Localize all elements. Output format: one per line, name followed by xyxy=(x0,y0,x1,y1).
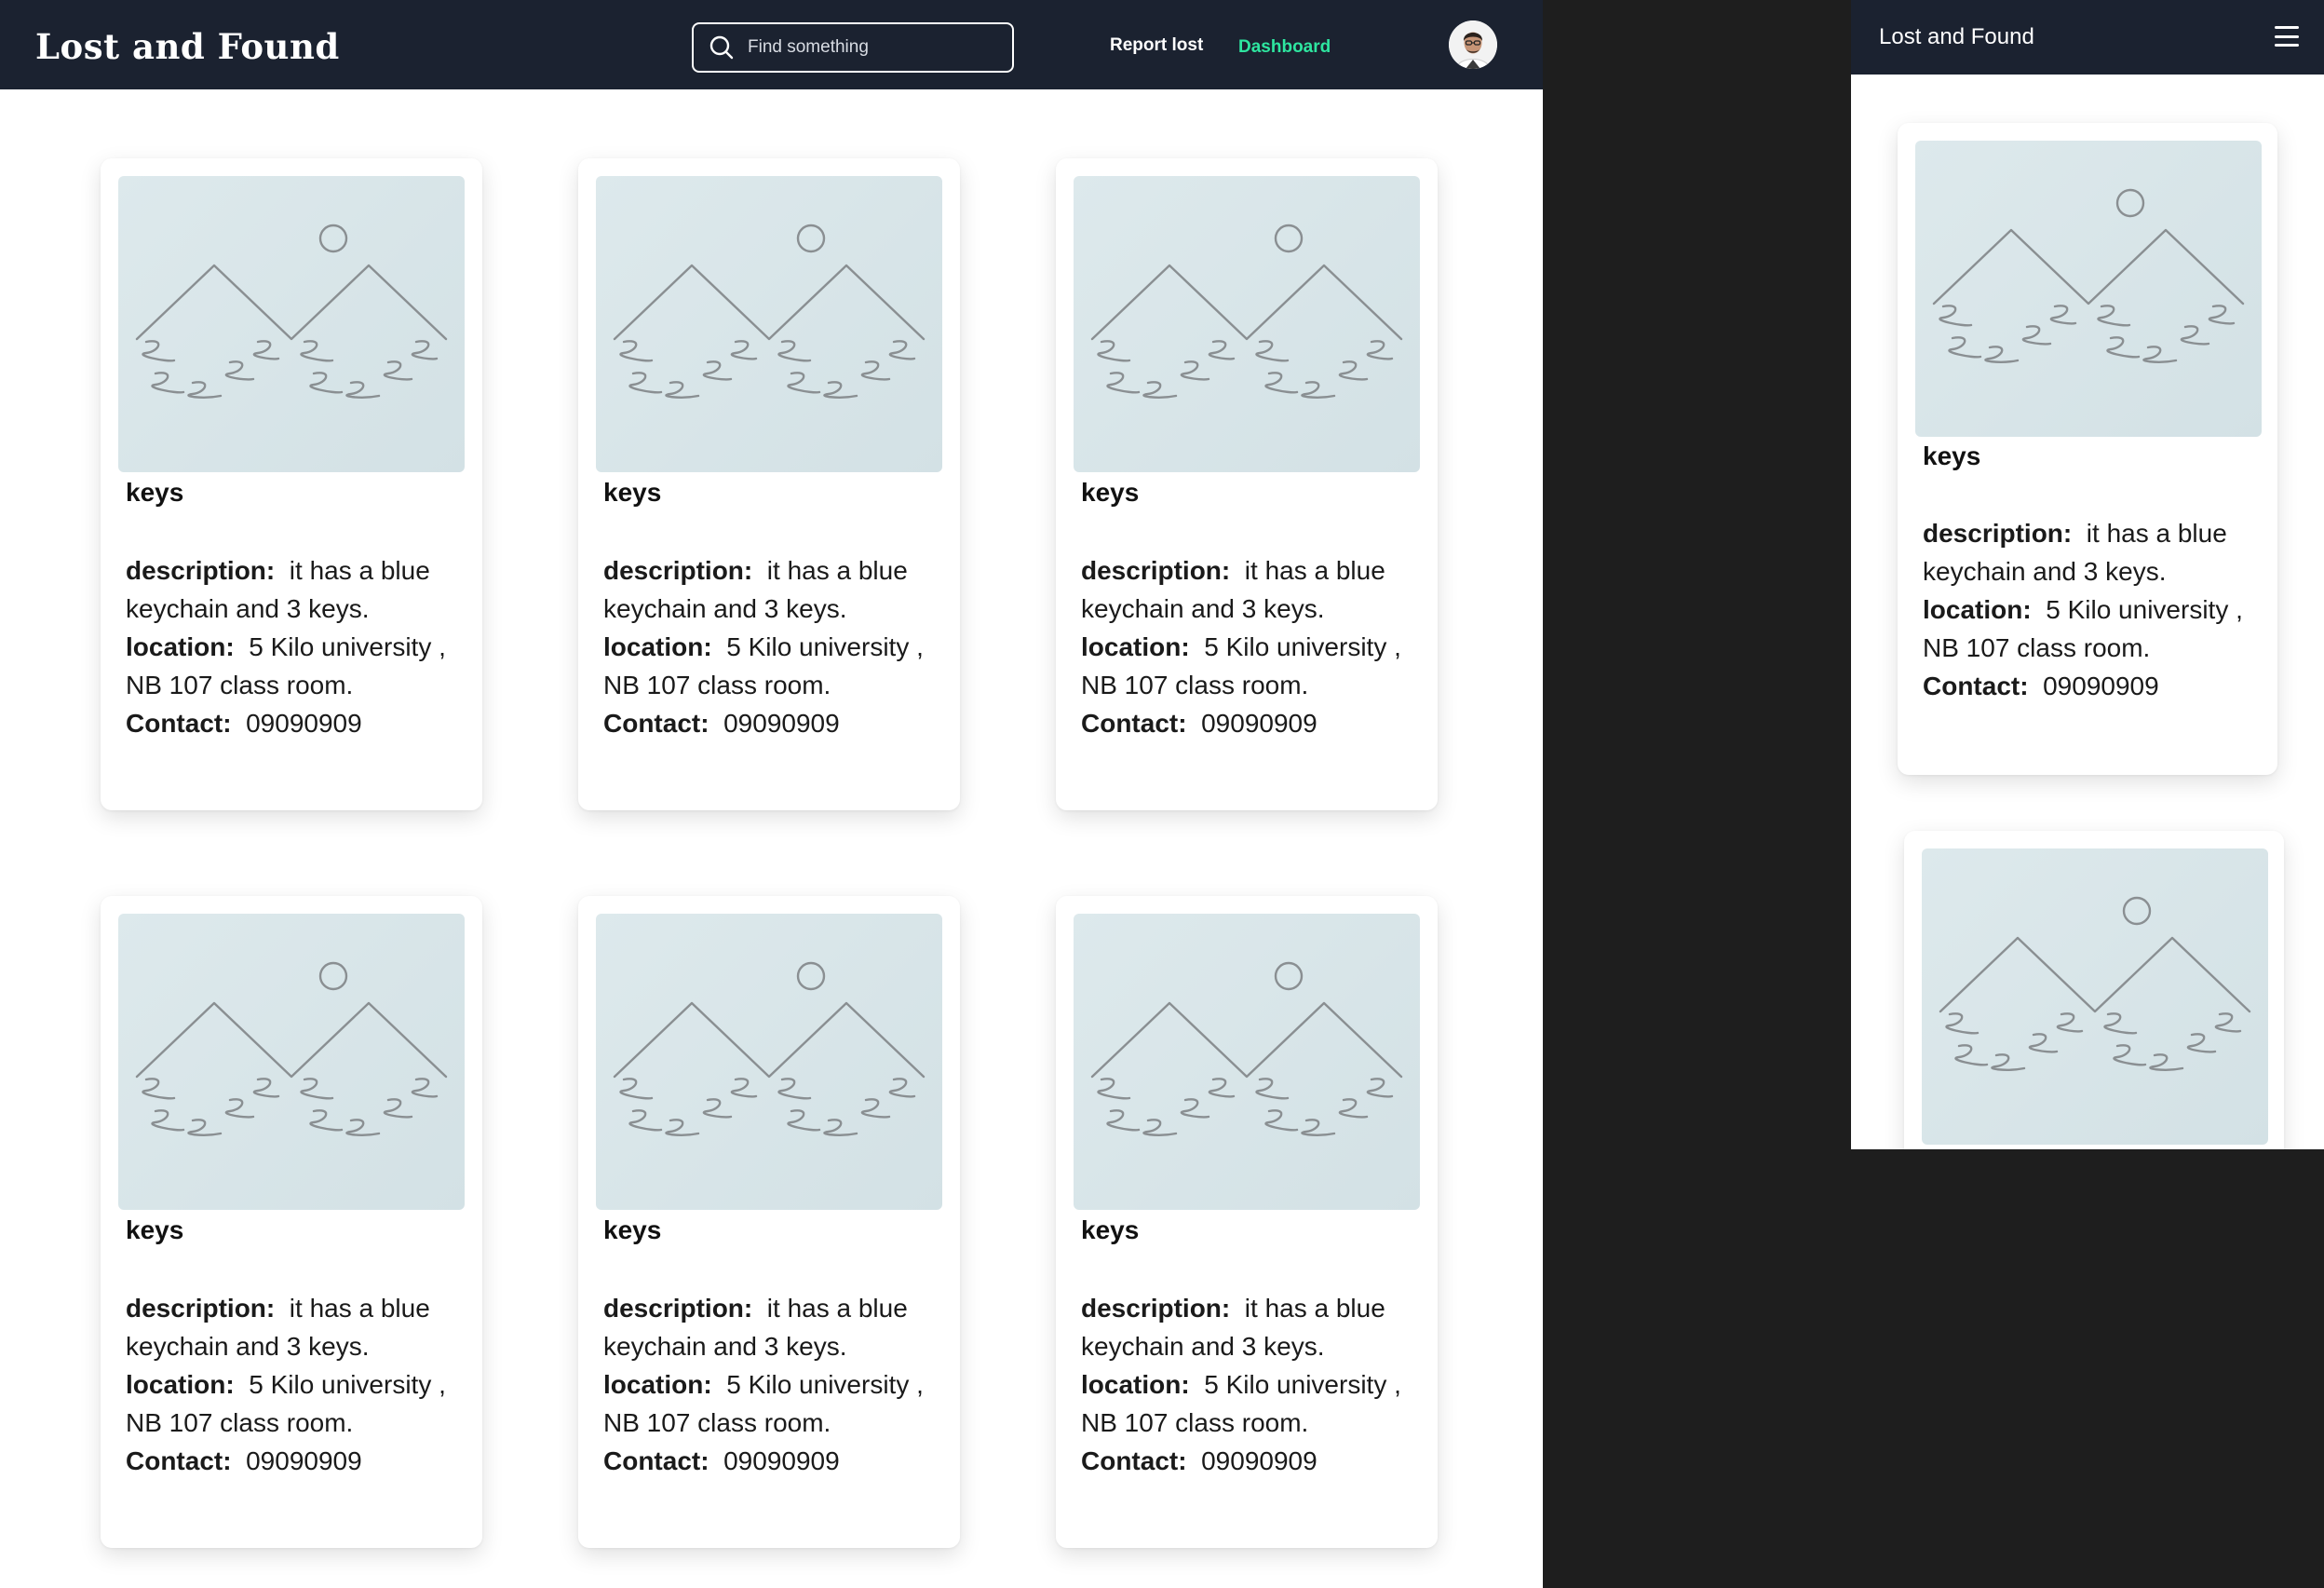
item-card[interactable] xyxy=(1904,831,2284,1149)
item-title: keys xyxy=(126,478,184,507)
contact-value: 09090909 xyxy=(723,709,840,738)
contact-value: 09090909 xyxy=(1201,1446,1317,1475)
item-details: description: it has a blue keychain and … xyxy=(126,1289,470,1480)
item-details: description: it has a blue keychain and … xyxy=(603,1289,948,1480)
search-box[interactable] xyxy=(692,22,1014,73)
mobile-site-title[interactable]: Lost and Found xyxy=(1879,24,2034,50)
contact-label: Contact: xyxy=(1081,1446,1187,1475)
contact-label: Contact: xyxy=(603,1446,709,1475)
contact-label: Contact: xyxy=(1923,672,2029,700)
contact-label: Contact: xyxy=(603,709,709,738)
location-label: location: xyxy=(126,1370,235,1399)
contact-value: 09090909 xyxy=(723,1446,840,1475)
contact-label: Contact: xyxy=(126,1446,232,1475)
top-navbar: Lost and Found Report lost Dashboard xyxy=(0,0,1543,89)
item-title: keys xyxy=(1081,478,1140,507)
item-card[interactable]: keys description: it has a blue keychain… xyxy=(101,158,482,810)
nav-report-lost-link[interactable]: Report lost xyxy=(1110,35,1203,56)
image-placeholder-icon xyxy=(118,176,465,472)
location-label: location: xyxy=(603,1370,712,1399)
image-placeholder-icon xyxy=(1074,176,1420,472)
item-details: description: it has a blue keychain and … xyxy=(126,551,470,742)
search-icon xyxy=(709,35,734,60)
item-title: keys xyxy=(1081,1215,1140,1244)
item-details: description: it has a blue keychain and … xyxy=(1081,551,1425,742)
item-details: description: it has a blue keychain and … xyxy=(1923,514,2267,705)
item-title: keys xyxy=(603,1215,662,1244)
mobile-frame: Lost and Found keys description: it has … xyxy=(1851,0,2324,1149)
contact-value: 09090909 xyxy=(1201,709,1317,738)
nav-dashboard-link[interactable]: Dashboard xyxy=(1238,37,1331,58)
image-placeholder-icon xyxy=(596,914,942,1210)
site-logo[interactable]: Lost and Found xyxy=(35,26,340,67)
item-card[interactable]: keys description: it has a blue keychain… xyxy=(101,896,482,1548)
item-details: description: it has a blue keychain and … xyxy=(603,551,948,742)
description-label: description: xyxy=(603,556,753,585)
description-label: description: xyxy=(1081,1294,1231,1323)
contact-label: Contact: xyxy=(126,709,232,738)
contact-value: 09090909 xyxy=(246,709,362,738)
description-label: description: xyxy=(126,556,276,585)
image-placeholder-icon xyxy=(118,914,465,1210)
location-label: location: xyxy=(1923,595,2032,624)
description-label: description: xyxy=(126,1294,276,1323)
item-details: description: it has a blue keychain and … xyxy=(1081,1289,1425,1480)
search-input[interactable] xyxy=(748,37,980,58)
item-title: keys xyxy=(603,478,662,507)
contact-value: 09090909 xyxy=(246,1446,362,1475)
item-card[interactable]: keys description: it has a blue keychain… xyxy=(578,158,960,810)
item-title: keys xyxy=(126,1215,184,1244)
hamburger-menu-icon[interactable] xyxy=(2275,26,2299,47)
item-card[interactable]: keys description: it has a blue keychain… xyxy=(578,896,960,1548)
description-label: description: xyxy=(1923,519,2073,548)
description-label: description: xyxy=(603,1294,753,1323)
image-placeholder-icon xyxy=(1074,914,1420,1210)
desktop-frame: Lost and Found Report lost Dashboard xyxy=(0,0,1543,1588)
image-placeholder-icon xyxy=(1922,848,2268,1145)
mobile-navbar: Lost and Found xyxy=(1851,0,2324,75)
location-label: location: xyxy=(603,632,712,661)
image-placeholder-icon xyxy=(596,176,942,472)
avatar[interactable] xyxy=(1449,20,1497,69)
contact-label: Contact: xyxy=(1081,709,1187,738)
location-label: location: xyxy=(1081,1370,1190,1399)
location-label: location: xyxy=(1081,632,1190,661)
item-card[interactable]: keys description: it has a blue keychain… xyxy=(1056,158,1438,810)
item-title: keys xyxy=(1923,441,1981,470)
image-placeholder-icon xyxy=(1915,141,2262,437)
contact-value: 09090909 xyxy=(2043,672,2159,700)
item-card[interactable]: keys description: it has a blue keychain… xyxy=(1898,123,2277,775)
item-card[interactable]: keys description: it has a blue keychain… xyxy=(1056,896,1438,1548)
location-label: location: xyxy=(126,632,235,661)
description-label: description: xyxy=(1081,556,1231,585)
